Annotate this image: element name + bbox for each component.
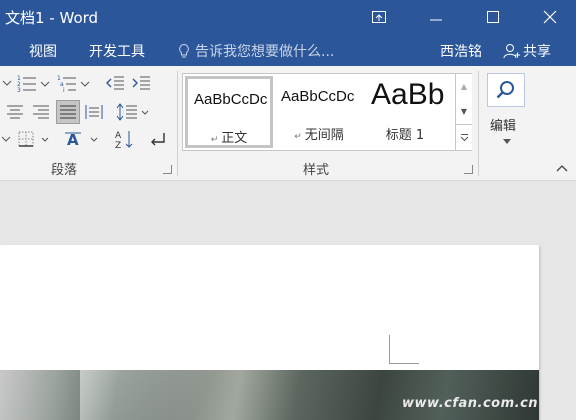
distributed-button[interactable] (83, 101, 105, 123)
watermark: www.cfan.com.cn (402, 396, 539, 411)
line-spacing-icon (116, 103, 149, 121)
align-right-button[interactable] (30, 101, 52, 123)
asian-layout-icon: A (65, 131, 98, 148)
style-heading-1[interactable]: AaBb 标题 1 (365, 76, 445, 148)
increase-indent-icon (132, 76, 150, 90)
align-center-icon (7, 105, 23, 119)
share-button[interactable]: 共享 (502, 41, 551, 61)
title-bar: 文档1 - Word (0, 0, 576, 34)
margin-corner-mark (389, 335, 419, 364)
share-label: 共享 (523, 44, 551, 60)
maximize-icon (487, 11, 499, 23)
styles-group-label: 样式 (303, 163, 330, 178)
multilevel-list-button[interactable]: 1ai (56, 72, 92, 94)
user-name[interactable]: 西浩铭 (440, 41, 482, 61)
borders-icon (18, 131, 49, 147)
paragraph-group-label: 段落 (51, 163, 78, 178)
ribbon: 123 1ai A AZ 段落 AaBbCcDc ↵ 正文 AaBbCcDc ↵… (0, 66, 576, 181)
group-divider (478, 71, 479, 176)
bullets-dropdown-arrow[interactable] (0, 73, 14, 93)
shading-dropdown-arrow[interactable] (0, 129, 12, 149)
style-preview: AaBbCcDc (194, 91, 268, 108)
collapse-ribbon-button[interactable] (552, 161, 572, 175)
show-formatting-button[interactable] (146, 128, 170, 150)
find-button[interactable] (487, 73, 525, 107)
ribbon-display-options-icon (372, 11, 386, 23)
ribbon-display-options-button[interactable] (350, 0, 408, 34)
numbered-list-icon: 123 (17, 75, 50, 93)
share-person-icon (503, 44, 520, 59)
editing-label[interactable]: 编辑 (490, 115, 516, 134)
align-right-icon (33, 105, 49, 119)
more-icon (460, 134, 468, 142)
menu-bar: 视图 开发工具 告诉我您想要做什么... 西浩铭 共享 (0, 34, 576, 66)
maximize-button[interactable] (464, 0, 522, 34)
numbering-button[interactable]: 123 (16, 72, 52, 94)
chevron-down-icon (1, 136, 11, 142)
svg-text:i: i (63, 87, 65, 93)
style-no-spacing[interactable]: AaBbCcDc ↵ 无间隔 (275, 76, 363, 148)
justify-button[interactable] (56, 100, 80, 124)
gallery-scroll-down[interactable]: ▼ (455, 99, 472, 124)
paragraph-dialog-launcher[interactable] (163, 165, 172, 174)
inserted-photo[interactable] (0, 370, 539, 420)
style-preview: AaBb (371, 78, 445, 111)
group-divider (177, 71, 178, 176)
align-center-button[interactable] (4, 101, 26, 123)
tell-me-text: 告诉我您想要做什么... (195, 44, 335, 60)
sort-az-icon: AZ (115, 131, 133, 149)
svg-text:A: A (67, 131, 79, 148)
svg-text:Z: Z (115, 141, 121, 149)
distributed-align-icon (85, 105, 103, 119)
style-name: ↵ 正文 (210, 131, 248, 146)
tell-me-box[interactable]: 告诉我您想要做什么... (178, 41, 334, 61)
style-name: ↵ 无间隔 (294, 128, 344, 143)
style-preview: AaBbCcDc (281, 88, 355, 105)
decrease-indent-icon (106, 76, 124, 90)
gallery-scroll-up[interactable]: ▲ (455, 74, 472, 99)
svg-text:A: A (115, 131, 122, 141)
borders-button[interactable] (15, 128, 53, 150)
lightbulb-icon (179, 43, 189, 58)
sort-button[interactable]: AZ (112, 128, 136, 150)
editing-dropdown-arrow[interactable] (500, 136, 514, 146)
window-title: 文档1 - Word (5, 9, 99, 27)
paragraph-mark-icon (151, 133, 165, 146)
style-normal[interactable]: AaBbCcDc ↵ 正文 (185, 76, 273, 148)
tab-view[interactable]: 视图 (29, 41, 57, 61)
tab-developer[interactable]: 开发工具 (89, 41, 145, 61)
chevron-down-icon (2, 80, 12, 86)
search-icon (496, 81, 514, 99)
increase-indent-button[interactable] (130, 72, 152, 94)
multilevel-list-icon: 1ai (57, 75, 90, 93)
style-name: 标题 1 (385, 128, 425, 143)
justify-icon (60, 105, 76, 119)
decrease-indent-button[interactable] (104, 72, 126, 94)
close-button[interactable] (521, 0, 576, 34)
chevron-down-icon (503, 138, 511, 144)
minimize-icon (430, 19, 442, 21)
styles-gallery: AaBbCcDc ↵ 正文 AaBbCcDc ↵ 无间隔 AaBb 标题 1 (182, 73, 472, 151)
close-icon (543, 10, 557, 24)
svg-text:3: 3 (17, 87, 21, 93)
asian-layout-button[interactable]: A (63, 128, 101, 150)
styles-dialog-launcher[interactable] (464, 165, 473, 174)
minimize-button[interactable] (407, 0, 465, 34)
gallery-more[interactable] (455, 124, 472, 150)
line-spacing-button[interactable] (114, 101, 152, 123)
chevron-up-icon (556, 165, 568, 172)
